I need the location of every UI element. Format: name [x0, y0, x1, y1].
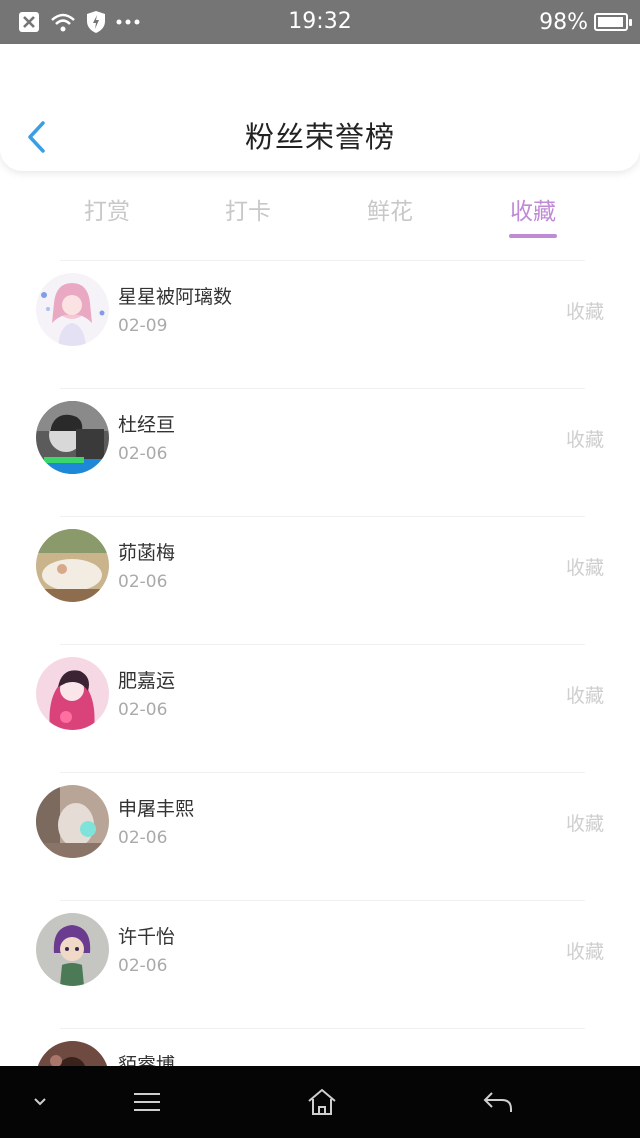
status-icons-right: 98%: [539, 0, 632, 44]
tab-favorites[interactable]: 收藏: [463, 192, 603, 226]
tab-flowers[interactable]: 鲜花: [320, 192, 460, 226]
item-date: 02-09: [118, 316, 168, 336]
fan-list: 星星被阿璃数 02-09 收藏 杜经亘 02-06 收藏 茆菡梅 02-06 收…: [0, 244, 640, 1138]
divider: [60, 1028, 585, 1029]
divider: [60, 260, 585, 261]
item-date: 02-06: [118, 700, 168, 720]
favorite-label: 收藏: [565, 941, 604, 963]
user-name: 肥嘉运: [118, 670, 176, 692]
battery-icon: [594, 13, 632, 31]
divider: [60, 900, 585, 901]
avatar[interactable]: [36, 785, 109, 858]
header: 粉丝荣誉榜: [0, 44, 640, 171]
divider: [60, 644, 585, 645]
user-name: 茆菡梅: [118, 542, 176, 564]
status-bar: 19:32 98%: [0, 0, 640, 44]
favorite-label: 收藏: [565, 301, 604, 323]
divider: [60, 772, 585, 773]
user-name: 星星被阿璃数: [118, 286, 233, 308]
divider: [60, 388, 585, 389]
favorite-label: 收藏: [565, 685, 604, 707]
item-date: 02-06: [118, 572, 168, 592]
list-item[interactable]: 申屠丰熙 02-06 收藏: [0, 756, 640, 884]
avatar[interactable]: [36, 273, 109, 346]
avatar[interactable]: [36, 657, 109, 730]
avatar[interactable]: [36, 913, 109, 986]
nav-home-button[interactable]: [302, 1084, 342, 1120]
item-date: 02-06: [118, 828, 168, 848]
item-date: 02-06: [118, 444, 168, 464]
tab-reward[interactable]: 打赏: [37, 192, 177, 226]
nav-hide-button[interactable]: [20, 1084, 60, 1120]
list-item[interactable]: 肥嘉运 02-06 收藏: [0, 628, 640, 756]
nav-back-button[interactable]: [478, 1084, 518, 1120]
active-tab-indicator: [509, 234, 557, 238]
divider: [60, 516, 585, 517]
back-arrow-icon: [483, 1092, 512, 1112]
favorite-label: 收藏: [565, 557, 604, 579]
favorite-label: 收藏: [565, 429, 604, 451]
list-item[interactable]: 茆菡梅 02-06 收藏: [0, 500, 640, 628]
battery-percent: 98%: [539, 9, 588, 35]
user-name: 申屠丰熙: [118, 798, 195, 820]
home-icon: [308, 1088, 336, 1115]
user-name: 杜经亘: [118, 414, 176, 436]
avatar[interactable]: [36, 401, 109, 474]
favorite-label: 收藏: [565, 813, 604, 835]
navigation-bar: [0, 1066, 640, 1138]
nav-menu-button[interactable]: [127, 1084, 167, 1120]
tab-checkin[interactable]: 打卡: [178, 192, 318, 226]
menu-icon: [134, 1093, 160, 1111]
item-date: 02-06: [118, 956, 168, 976]
chevron-down-icon: [34, 1098, 46, 1106]
avatar[interactable]: [36, 529, 109, 602]
tab-bar: 打赏 打卡 鲜花 收藏: [0, 182, 640, 242]
user-name: 许千怡: [118, 926, 176, 948]
list-item[interactable]: 杜经亘 02-06 收藏: [0, 372, 640, 500]
page-title: 粉丝荣誉榜: [244, 120, 395, 154]
list-item[interactable]: 许千怡 02-06 收藏: [0, 884, 640, 1012]
list-item[interactable]: 星星被阿璃数 02-09 收藏: [0, 244, 640, 372]
